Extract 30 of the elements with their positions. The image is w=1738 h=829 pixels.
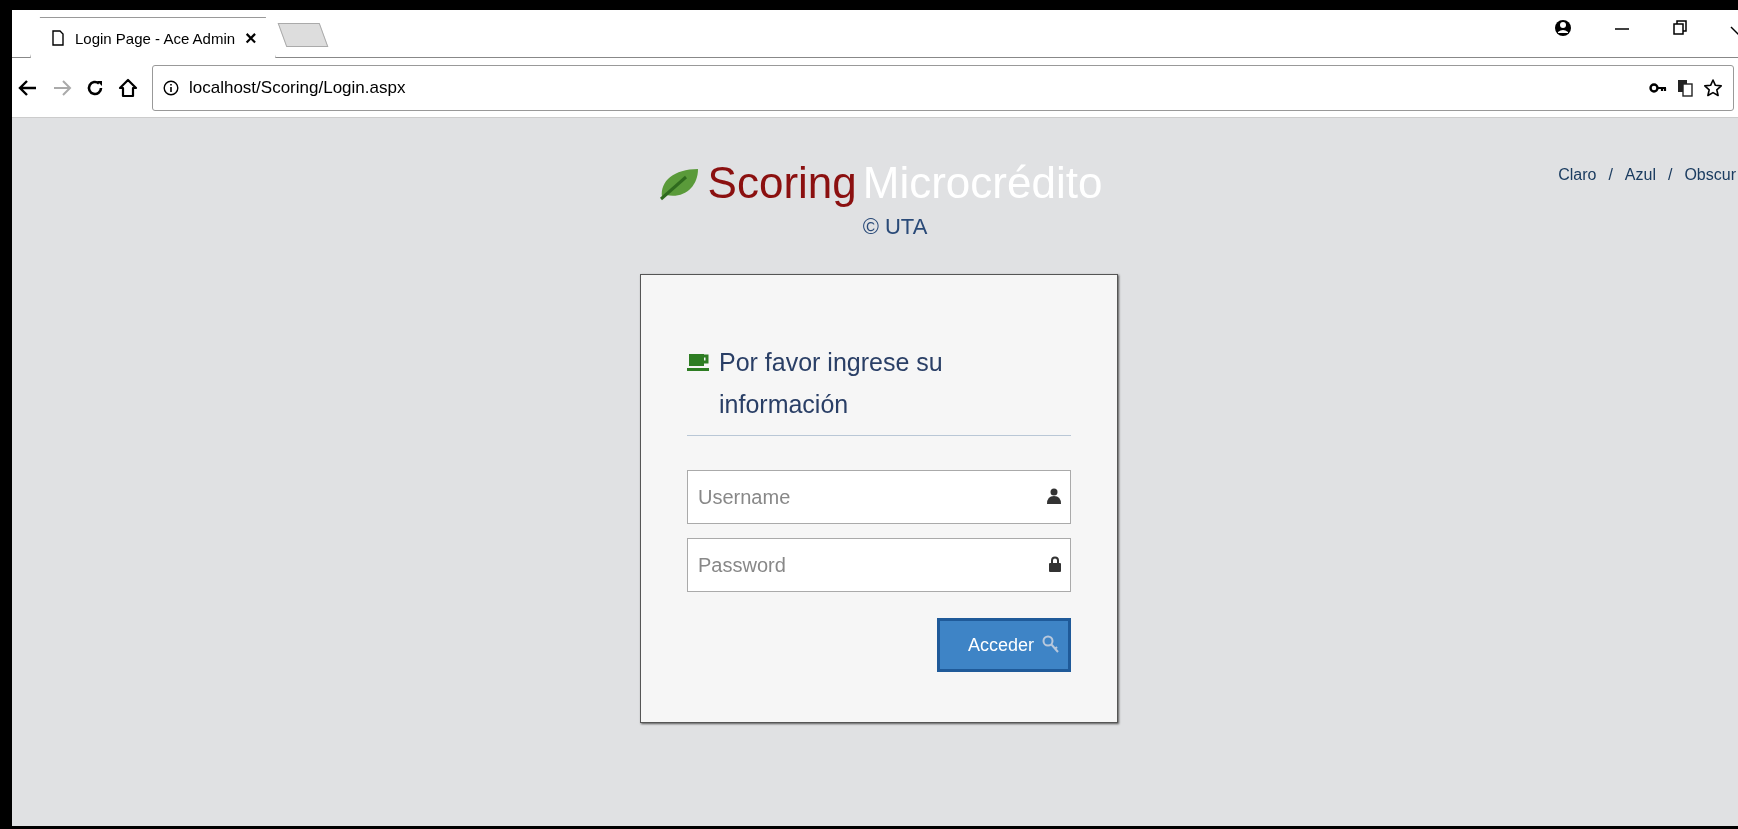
profile-icon[interactable] (1554, 17, 1572, 38)
copyright-text: © UTA (862, 214, 928, 240)
separator: / (1667, 166, 1673, 184)
key-icon (1042, 635, 1060, 655)
user-icon (1047, 488, 1061, 504)
theme-link[interactable]: Obscur (1684, 166, 1736, 184)
star-icon[interactable] (1703, 77, 1723, 98)
info-icon (163, 79, 179, 96)
translate-icon[interactable] (1677, 78, 1693, 97)
reload-icon[interactable] (86, 78, 104, 97)
password-field[interactable]: Password (687, 538, 1071, 592)
page-icon (51, 30, 65, 46)
brand-name: Scoring (707, 158, 857, 208)
username-field[interactable]: Username (687, 470, 1071, 524)
lock-icon (1049, 556, 1061, 572)
browser-tab[interactable]: Login Page - Ace Admin × (30, 17, 276, 58)
home-icon[interactable] (118, 77, 138, 98)
theme-link[interactable]: Azul (1624, 166, 1656, 184)
address-bar[interactable]: localhost/Scoring/Login.aspx (152, 64, 1734, 111)
restore-icon[interactable] (1672, 18, 1688, 37)
tab-close-button[interactable]: × (245, 26, 257, 50)
url-text: localhost/Scoring/Login.aspx (189, 77, 406, 98)
coffee-cup-icon (687, 351, 711, 373)
back-arrow-icon[interactable] (18, 78, 38, 97)
login-button[interactable]: Acceder (937, 618, 1071, 672)
separator: / (1608, 166, 1613, 184)
key-icon[interactable] (1649, 81, 1667, 94)
theme-link[interactable]: Claro (1558, 166, 1597, 184)
login-heading: Por favor ingrese su información (719, 347, 944, 420)
tab-title: Login Page - Ace Admin (75, 29, 236, 47)
